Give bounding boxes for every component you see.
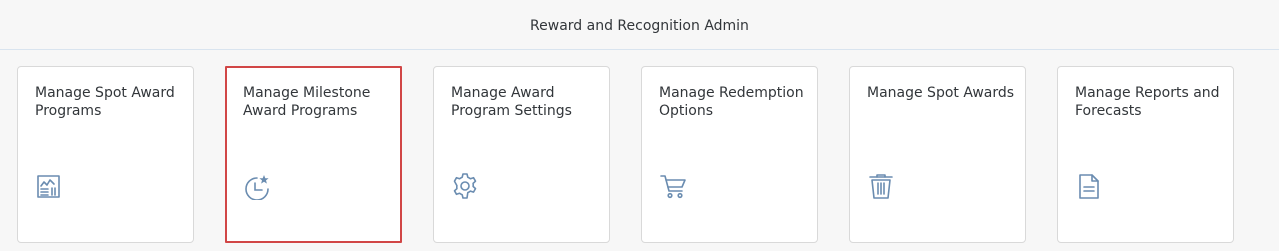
tile-title: Manage Redemption Options [659,85,804,119]
gear-icon [451,172,479,200]
tile-manage-milestone-award-programs[interactable]: Manage Milestone Award Programs [225,66,402,243]
tile-title: Manage Spot Award Programs [35,85,175,119]
page-header: Reward and Recognition Admin [0,0,1279,50]
tile-manage-spot-awards[interactable]: Manage Spot Awards [849,66,1026,243]
tile-title: Manage Reports and Forecasts [1075,85,1220,119]
trash-icon [867,172,895,200]
tile-title: Manage Award Program Settings [451,85,572,119]
tile-title: Manage Milestone Award Programs [243,85,371,119]
milestone-icon [243,172,271,200]
tile-manage-spot-award-programs[interactable]: Manage Spot Award Programs [17,66,194,243]
report-icon [35,172,63,200]
cart-icon [659,172,687,200]
tile-title: Manage Spot Awards [867,85,1015,101]
document-icon [1075,172,1103,200]
tile-manage-reports-and-forecasts[interactable]: Manage Reports and Forecasts [1057,66,1234,243]
tile-manage-redemption-options[interactable]: Manage Redemption Options [641,66,818,243]
tile-manage-award-program-settings[interactable]: Manage Award Program Settings [433,66,610,243]
page-title: Reward and Recognition Admin [530,18,749,34]
